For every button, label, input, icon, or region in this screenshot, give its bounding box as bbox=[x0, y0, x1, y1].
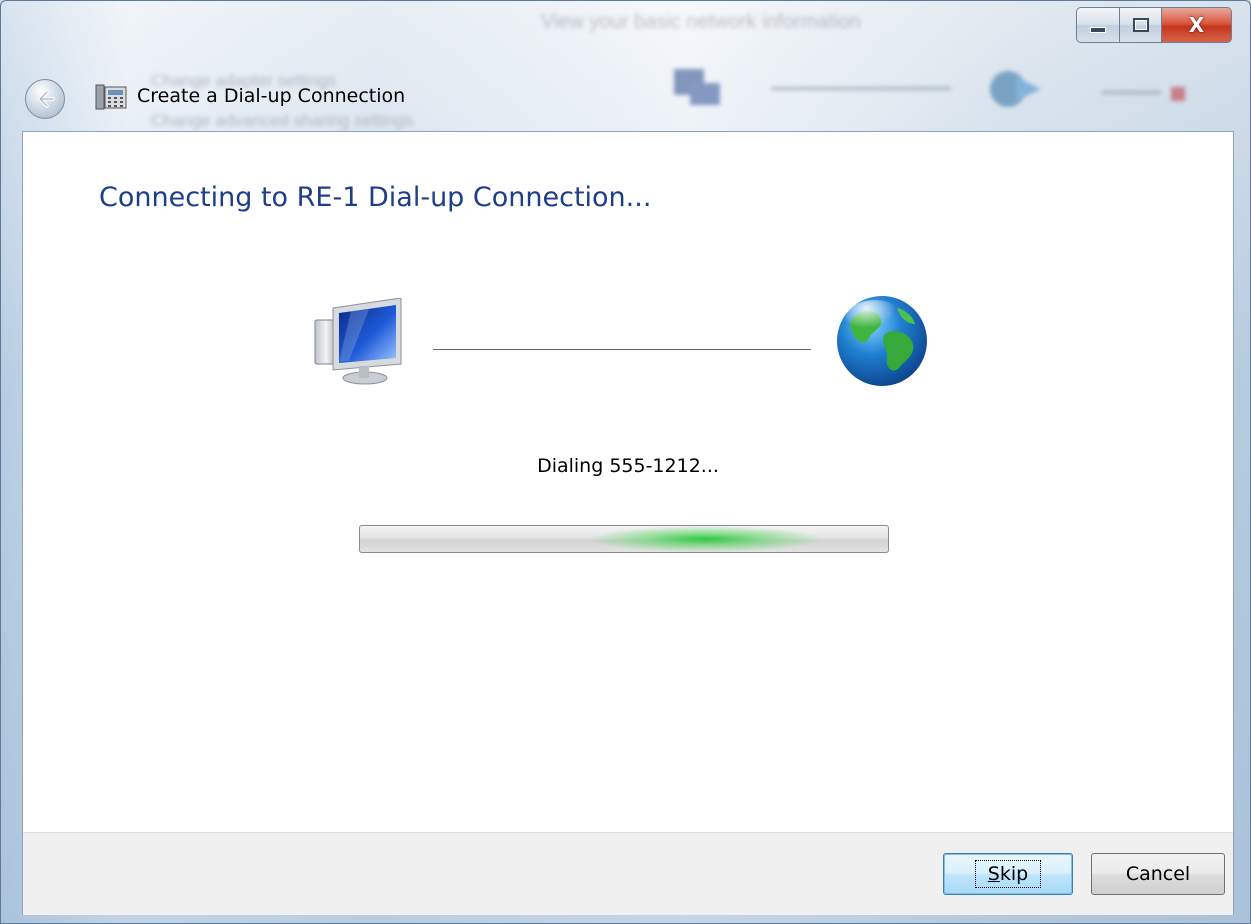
wizard-content: Connecting to RE-1 Dial-up Connection... bbox=[22, 131, 1234, 915]
cancel-button[interactable]: Cancel bbox=[1091, 853, 1225, 895]
progress-indicator bbox=[590, 526, 820, 552]
minimize-button[interactable] bbox=[1076, 7, 1120, 43]
minimize-icon bbox=[1090, 27, 1106, 33]
skip-button[interactable]: Skip bbox=[943, 853, 1073, 895]
back-arrow-icon bbox=[38, 90, 55, 108]
back-button[interactable] bbox=[25, 79, 65, 119]
progress-bar bbox=[359, 525, 889, 553]
background-text: View your basic network information bbox=[541, 11, 861, 33]
skip-button-label: Skip bbox=[974, 860, 1042, 888]
close-button[interactable]: X bbox=[1162, 7, 1232, 43]
connection-line bbox=[433, 349, 811, 350]
close-icon: X bbox=[1188, 13, 1205, 37]
wizard-footer: Skip Cancel bbox=[23, 832, 1233, 915]
dialing-status: Dialing 555-1212... bbox=[537, 455, 719, 477]
background-line bbox=[771, 87, 951, 90]
background-globe-icon bbox=[990, 71, 1041, 107]
page-title: Connecting to RE-1 Dial-up Connection... bbox=[99, 182, 652, 213]
dialup-phone-icon bbox=[95, 84, 127, 110]
globe-icon bbox=[837, 296, 927, 386]
window-frame: View your basic network information Chan… bbox=[0, 0, 1251, 924]
background-network-icon bbox=[674, 69, 720, 105]
computer-icon bbox=[314, 298, 402, 385]
caption-buttons: X bbox=[1076, 7, 1232, 43]
background-x-icon bbox=[1101, 87, 1185, 101]
maximize-icon bbox=[1132, 18, 1149, 32]
window-title: Create a Dial-up Connection bbox=[137, 85, 406, 107]
background-text: Change advanced sharing settings bbox=[151, 111, 413, 130]
maximize-button[interactable] bbox=[1120, 7, 1162, 43]
